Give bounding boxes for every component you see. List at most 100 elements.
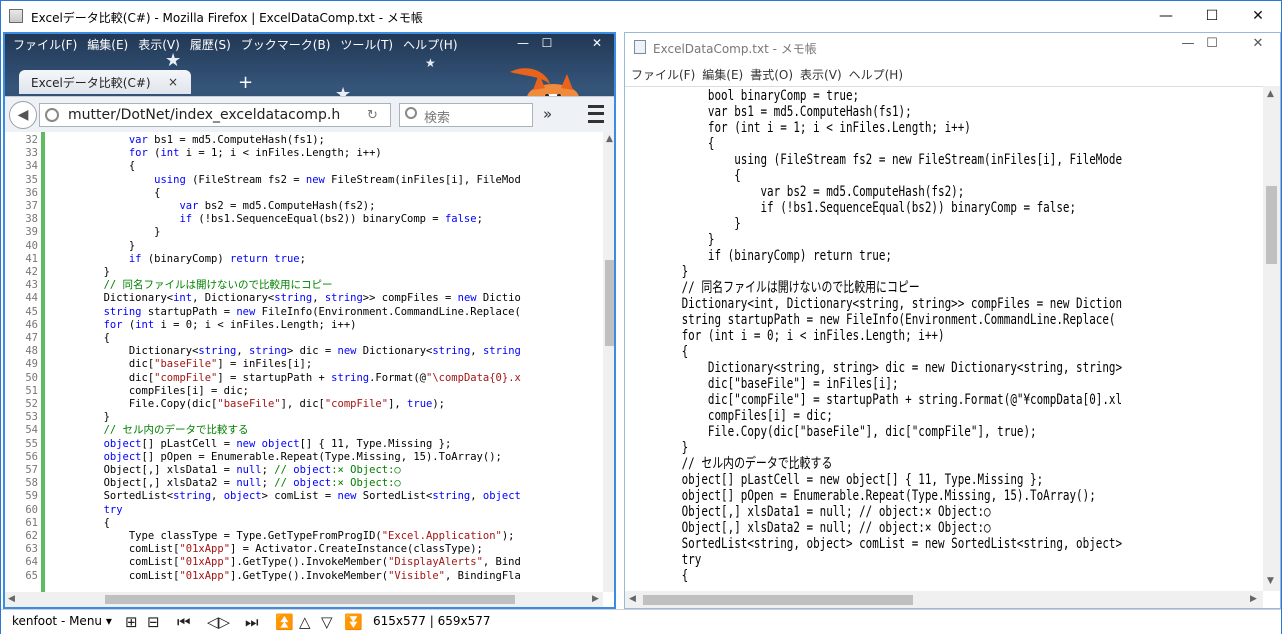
notepad-text-area[interactable]: bool binaryComp = true; var bs1 = md5.Co…: [625, 86, 1263, 591]
top-icon[interactable]: ⏫: [275, 613, 294, 631]
text-line: {: [629, 136, 715, 152]
maximize-button[interactable]: ☐: [1189, 1, 1235, 31]
code-listing: 32 var bs1 = md5.ComputeHash(fs1); 33 for…: [5, 132, 603, 592]
gutter-bar: [41, 132, 45, 592]
code-line: comList["01xApp"] = Activator.CreateInst…: [53, 543, 483, 556]
ff-menu-file[interactable]: ファイル(F): [8, 36, 82, 53]
globe-icon: [45, 108, 59, 122]
ff-menu-edit[interactable]: 編集(E): [82, 36, 133, 53]
scroll-left-icon[interactable]: ◀: [8, 594, 15, 604]
line-number: 48: [25, 345, 38, 358]
new-tab-button[interactable]: +: [238, 72, 253, 93]
last-icon[interactable]: ⏭: [245, 613, 259, 631]
back-button[interactable]: ◀: [9, 101, 37, 129]
text-line: try: [629, 552, 702, 568]
scroll-down-icon[interactable]: ▼: [1267, 576, 1274, 586]
code-line: compFiles[i] = dic;: [53, 384, 249, 397]
code-line: try: [103, 503, 123, 516]
merge-icon[interactable]: ⊟: [147, 613, 160, 631]
text-line: if (!bs1.SequenceEqual(bs2)) binaryComp …: [629, 200, 1077, 216]
ff-menu-view[interactable]: 表示(V): [133, 36, 185, 53]
toolbar-overflow-button[interactable]: »: [543, 105, 552, 123]
line-number: 45: [25, 305, 38, 318]
np-menu-help[interactable]: ヘルプ(H): [849, 63, 910, 85]
text-line: bool binaryComp = true;: [629, 88, 860, 104]
reload-icon[interactable]: ↻: [367, 108, 378, 123]
code-line: Dictionary<int, Dictionary<string, strin…: [53, 292, 521, 305]
text-line: {: [629, 168, 741, 184]
scroll-right-icon[interactable]: ▶: [1250, 594, 1257, 604]
minimize-button[interactable]: —: [1143, 1, 1189, 31]
horizontal-scrollbar[interactable]: ◀ ▶: [5, 592, 603, 607]
ff-minimize-button[interactable]: —: [511, 36, 535, 50]
text-line: for (int i = 1; i < inFiles.Length; i++): [629, 120, 971, 136]
line-number: 62: [25, 530, 38, 542]
star-icon: ★: [425, 56, 436, 70]
ff-menu-help[interactable]: ヘルプ(H): [398, 36, 462, 53]
url-bar[interactable]: mutter/DotNet/index_exceldatacomp.h: [39, 103, 391, 127]
line-number: 43: [25, 279, 38, 292]
scroll-thumb[interactable]: [105, 595, 515, 604]
down-icon[interactable]: ▽: [321, 613, 333, 631]
np-menu-view[interactable]: 表示(V): [800, 63, 849, 85]
bottom-icon[interactable]: ⏬: [344, 613, 363, 631]
line-number: 61: [25, 516, 38, 529]
text-line: }: [629, 440, 689, 456]
ff-menu-bookmarks[interactable]: ブックマーク(B): [236, 36, 336, 53]
np-menu-edit[interactable]: 編集(E): [702, 63, 750, 85]
scroll-left-icon[interactable]: ◀: [629, 594, 636, 604]
line-number: 39: [25, 226, 38, 239]
ff-maximize-button[interactable]: ☐: [535, 36, 559, 50]
text-line: dic["compFile"] = startupPath + string.F…: [629, 392, 1123, 408]
text-line: {: [629, 568, 689, 584]
ff-menu-tools[interactable]: ツール(T): [335, 36, 398, 53]
text-line: object[] pLastCell = new object[] { 11, …: [629, 472, 1044, 488]
up-icon[interactable]: △: [299, 613, 311, 631]
vertical-scrollbar[interactable]: ▲: [603, 132, 614, 592]
line-number: 55: [25, 437, 38, 450]
prev-icon[interactable]: ◁▷: [207, 613, 230, 631]
line-number: 50: [25, 371, 38, 384]
search-input[interactable]: 検索: [399, 103, 533, 127]
code-line: var bs2 = md5.ComputeHash(fs2);: [179, 200, 376, 212]
scroll-thumb[interactable]: [1266, 186, 1277, 264]
tab-active[interactable]: Excelデータ比較(C#): [19, 70, 191, 94]
code-line: var bs1 = md5.ComputeHash(fs1);: [128, 134, 325, 146]
line-number: 58: [25, 477, 38, 490]
code-line: {: [53, 160, 136, 173]
scroll-up-icon[interactable]: ▲: [1267, 89, 1274, 99]
line-number: 60: [25, 503, 38, 516]
scroll-right-icon[interactable]: ▶: [592, 594, 599, 604]
line-number: 36: [25, 186, 38, 199]
code-line: comList["01xApp"].GetType().InvokeMember…: [53, 569, 521, 582]
notepad-title-bar[interactable]: ExcelDataComp.txt - メモ帳 — ☐ ✕: [625, 33, 1280, 61]
scroll-thumb[interactable]: [643, 595, 913, 605]
split-icon[interactable]: ⊞: [125, 613, 138, 631]
title-bar[interactable]: Excelデータ比較(C#) - Mozilla Firefox | Excel…: [1, 1, 1281, 31]
np-menu-file[interactable]: ファイル(F): [631, 63, 702, 85]
np-horizontal-scrollbar[interactable]: ◀ ▶: [625, 591, 1263, 608]
first-icon[interactable]: ⏮: [177, 613, 191, 631]
line-number: 42: [25, 266, 38, 278]
np-vertical-scrollbar[interactable]: ▲ ▼: [1263, 86, 1280, 591]
text-line: SortedList<string, object> comList = new…: [629, 536, 1123, 552]
np-maximize-button[interactable]: ☐: [1189, 36, 1235, 58]
text-line: for (int i = 0; i < inFiles.Length; i++): [629, 328, 945, 344]
scroll-up-icon[interactable]: ▲: [606, 134, 613, 144]
text-line: {: [629, 344, 689, 360]
notepad-pane: ExcelDataComp.txt - メモ帳 — ☐ ✕ ファイル(F) 編集…: [624, 32, 1281, 609]
code-line: SortedList<string, object> comList = new…: [53, 490, 521, 503]
np-menu-format[interactable]: 書式(O): [750, 63, 800, 85]
window-title: Excelデータ比較(C#) - Mozilla Firefox | Excel…: [31, 11, 423, 25]
tab-close-icon[interactable]: ×: [168, 75, 178, 89]
app-icon[interactable]: [9, 9, 23, 23]
ff-menu-history[interactable]: 履歴(S): [185, 36, 236, 53]
hamburger-menu-icon[interactable]: [588, 105, 604, 123]
kenfoot-menu-button[interactable]: kenfoot - Menu ▾: [12, 614, 112, 628]
line-number: 40: [25, 239, 38, 252]
code-line: dic["baseFile"] = inFiles[i];: [53, 358, 313, 371]
np-close-button[interactable]: ✕: [1235, 36, 1280, 58]
close-button[interactable]: ✕: [1235, 1, 1281, 31]
scroll-thumb[interactable]: [605, 260, 614, 346]
ff-close-button[interactable]: ✕: [585, 36, 609, 50]
